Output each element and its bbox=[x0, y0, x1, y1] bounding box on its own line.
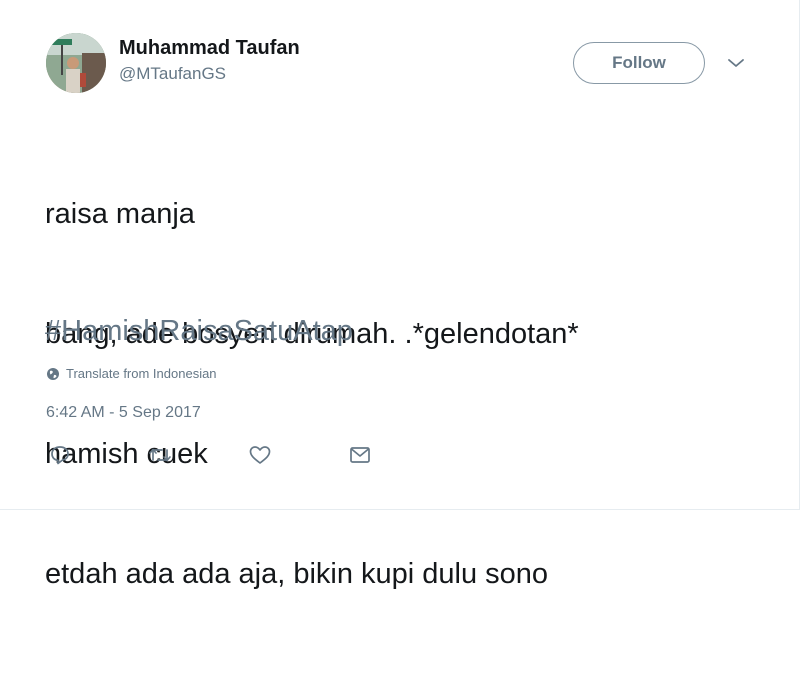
author-name[interactable]: Muhammad Taufan bbox=[119, 36, 300, 60]
globe-icon bbox=[46, 367, 60, 381]
tweet-text: raisa manja bang, ade bosyen dirumah. .*… bbox=[45, 114, 579, 674]
avatar-image bbox=[46, 33, 106, 93]
tweet-card: Muhammad Taufan @MTaufanGS Follow raisa … bbox=[0, 0, 800, 590]
tweet-timestamp[interactable]: 6:42 AM - 5 Sep 2017 bbox=[46, 402, 201, 424]
retweet-icon[interactable] bbox=[147, 442, 173, 468]
chevron-down-icon[interactable] bbox=[726, 55, 746, 71]
tweet-actions bbox=[46, 442, 386, 470]
tweet-text-line: etdah ada ada aja, bikin kupi dulu sono bbox=[45, 558, 549, 590]
author-handle[interactable]: @MTaufanGS bbox=[119, 63, 226, 85]
reply-icon[interactable] bbox=[47, 442, 73, 468]
follow-button[interactable]: Follow bbox=[573, 42, 705, 84]
avatar[interactable] bbox=[46, 33, 106, 93]
tweet-text-line: raisa manja bbox=[45, 198, 195, 230]
hashtag-link[interactable]: #HamishRaisaSatuAtap bbox=[45, 311, 353, 351]
translate-link[interactable]: Translate from Indonesian bbox=[46, 366, 217, 381]
translate-label: Translate from Indonesian bbox=[66, 366, 217, 381]
envelope-icon[interactable] bbox=[347, 442, 373, 468]
heart-icon[interactable] bbox=[247, 442, 273, 468]
